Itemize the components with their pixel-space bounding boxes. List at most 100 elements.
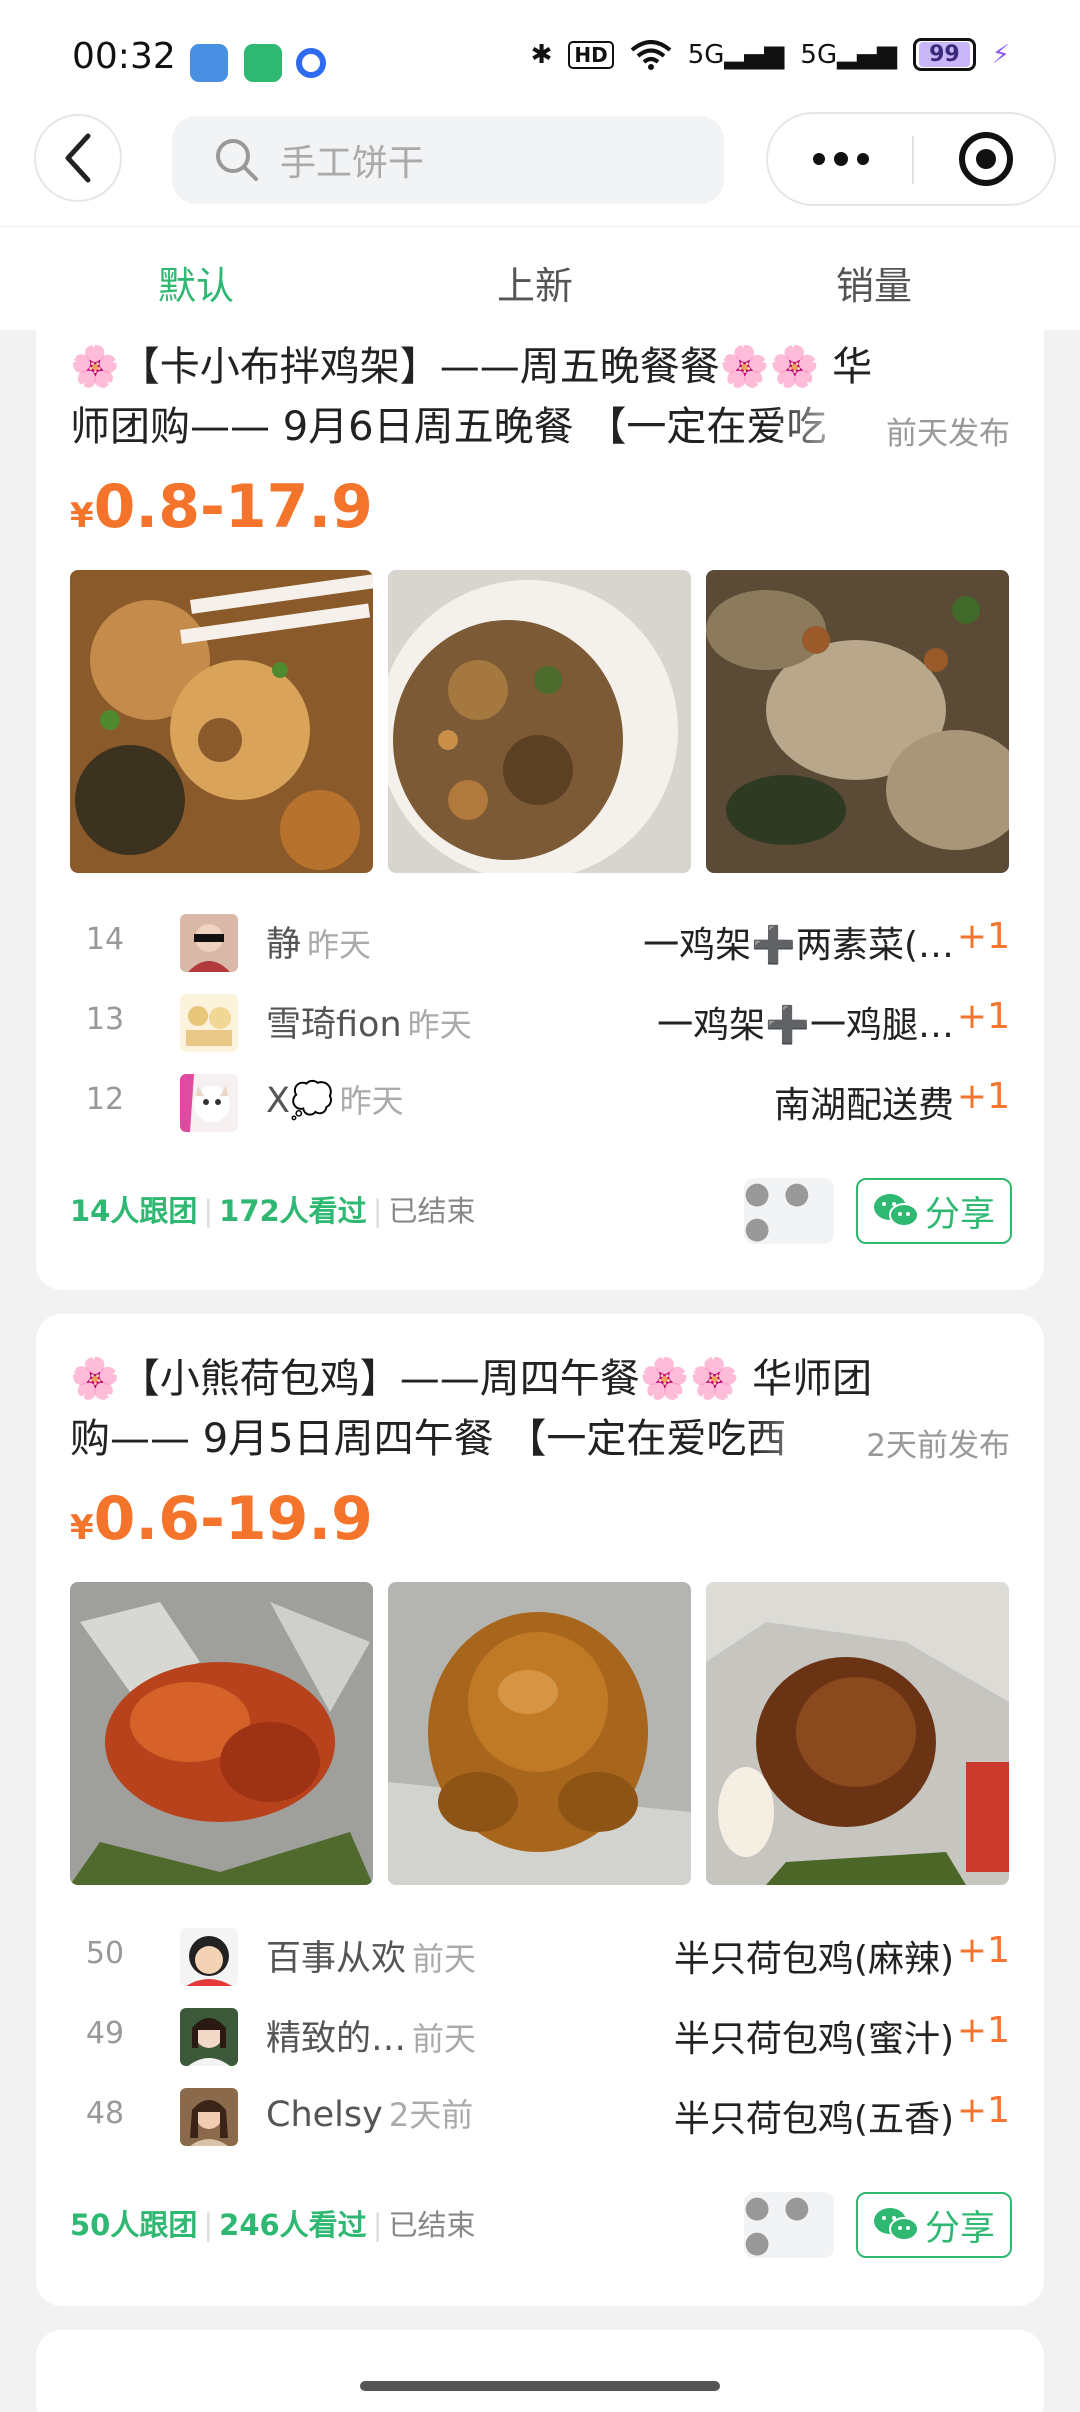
status-text: 已结束 bbox=[388, 2208, 476, 2242]
more-dots-icon bbox=[812, 152, 869, 166]
buyer-name: X💭 昨天 bbox=[266, 1081, 404, 1121]
charging-icon: ⚡ bbox=[991, 39, 1010, 70]
tab-newest[interactable]: 上新 bbox=[435, 255, 635, 310]
buyer-name: 雪琦fion 昨天 bbox=[266, 1005, 472, 1045]
buyer-time: 昨天 bbox=[307, 926, 372, 964]
avatar bbox=[180, 1074, 238, 1132]
weather-app-icon bbox=[190, 44, 228, 82]
buyer-number: 49 bbox=[85, 2016, 125, 2051]
share-label: 分享 bbox=[924, 2208, 995, 2249]
more-menu-button[interactable] bbox=[768, 114, 913, 204]
product-photo[interactable] bbox=[70, 570, 373, 873]
buyer-item: 半只荷包鸡(蜜汁) bbox=[673, 2019, 954, 2060]
price: ¥0.8-17.9 bbox=[70, 472, 373, 542]
buyer-item: 半只荷包鸡(五香) bbox=[673, 2099, 954, 2140]
search-input[interactable]: 手工饼干 bbox=[172, 116, 724, 204]
card-title: 🌸【卡小布拌鸡架】——周五晚餐餐🌸🌸 华 bbox=[70, 344, 873, 390]
buyer-quantity: +1 bbox=[956, 1076, 1010, 1117]
battery-app-icon bbox=[244, 44, 282, 82]
buyer-number: 13 bbox=[85, 1002, 125, 1037]
buyer-name: Chelsy 2天前 bbox=[266, 2095, 474, 2135]
group-stats: 50人跟团 | 246人看过 | 已结束 bbox=[70, 2208, 476, 2242]
buyer-item: 南湖配送费 bbox=[773, 1085, 954, 1126]
signal-5g-icon-2: 5G▂▄▆ bbox=[800, 39, 898, 70]
home-indicator[interactable] bbox=[360, 2381, 720, 2391]
buyer-number: 12 bbox=[85, 1082, 125, 1117]
product-photo[interactable] bbox=[706, 1582, 1009, 1885]
avatar bbox=[180, 2088, 238, 2146]
group-buy-card[interactable]: 🌸【小熊荷包鸡】——周四午餐🌸🌸 华师团 购—— 9月5日周四午餐 【一定在爱吃… bbox=[36, 1314, 1044, 2306]
top-navigation: 手工饼干 bbox=[0, 100, 1080, 226]
share-button[interactable]: 分享 bbox=[856, 2192, 1012, 2258]
more-options-button[interactable]: ● ● ● bbox=[744, 1176, 834, 1246]
post-time: 2天前发布 bbox=[866, 1428, 1010, 1464]
buyer-time: 昨天 bbox=[407, 1006, 472, 1044]
buyer-row[interactable]: 48 Chelsy 2天前 半只荷包鸡(五香) +1 bbox=[70, 2078, 1010, 2158]
status-time: 00:32 bbox=[72, 36, 176, 77]
buyer-quantity: +1 bbox=[956, 996, 1010, 1037]
close-mini-program-button[interactable] bbox=[913, 114, 1058, 204]
more-options-button[interactable]: ● ● ● bbox=[744, 2190, 834, 2260]
joined-count: 50人跟团 bbox=[70, 2208, 198, 2242]
signal-5g-icon: 5G▂▄▆ bbox=[687, 39, 785, 70]
group-buy-card[interactable]: 🌸【卡小布拌鸡架】——周五晚餐餐🌸🌸 华 师团购—— 9月6日周五晚餐 【一定在… bbox=[36, 330, 1044, 1290]
wechat-icon bbox=[873, 1194, 919, 1227]
product-photo[interactable] bbox=[706, 570, 1009, 873]
buyer-time: 前天 bbox=[412, 1940, 477, 1978]
more-dots-icon: ● ● ● bbox=[744, 2190, 812, 2260]
price-range: 0.8-17.9 bbox=[93, 472, 373, 542]
target-close-icon bbox=[958, 132, 1013, 186]
wifi-icon bbox=[630, 39, 671, 70]
currency-symbol: ¥ bbox=[70, 496, 94, 536]
buyer-name: 精致的… 前天 bbox=[266, 2019, 477, 2059]
status-right: ✱ HD 5G▂▄▆ 5G▂▄▆ 99 ⚡ bbox=[531, 38, 1010, 71]
tab-sales[interactable]: 销量 bbox=[774, 255, 974, 310]
product-photo[interactable] bbox=[388, 570, 691, 873]
buyer-row[interactable]: 14 静昨天 一鸡架➕两素菜(… +1 bbox=[70, 904, 1010, 984]
joined-count: 14人跟团 bbox=[70, 1194, 198, 1228]
buyer-item: 一鸡架➕两素菜(… bbox=[643, 925, 954, 966]
browser-app-icon bbox=[296, 48, 326, 78]
share-button[interactable]: 分享 bbox=[856, 1178, 1012, 1244]
chevron-left-icon bbox=[65, 133, 91, 183]
buyer-item: 一鸡架➕一鸡腿… bbox=[657, 1005, 954, 1046]
buyer-time: 昨天 bbox=[339, 1082, 404, 1120]
search-icon bbox=[216, 139, 258, 181]
buyer-row[interactable]: 50 百事从欢 前天 半只荷包鸡(麻辣) +1 bbox=[70, 1918, 1010, 1998]
buyer-name: 静昨天 bbox=[266, 925, 372, 965]
post-time: 前天发布 bbox=[886, 416, 1010, 452]
product-photo[interactable] bbox=[388, 1582, 691, 1885]
status-text: 已结束 bbox=[388, 1194, 476, 1228]
avatar bbox=[180, 994, 238, 1052]
price-range: 0.6-19.9 bbox=[93, 1484, 373, 1554]
price: ¥0.6-19.9 bbox=[70, 1484, 373, 1554]
next-group-buy-card[interactable] bbox=[36, 2330, 1044, 2412]
back-button[interactable] bbox=[34, 114, 122, 202]
view-count: 246人看过 bbox=[219, 2208, 367, 2242]
hd-icon: HD bbox=[568, 40, 614, 69]
buyer-quantity: +1 bbox=[956, 1930, 1010, 1971]
card-title: 🌸【小熊荷包鸡】——周四午餐🌸🌸 华师团 bbox=[70, 1356, 873, 1402]
buyer-row[interactable]: 49 精致的… 前天 半只荷包鸡(蜜汁) +1 bbox=[70, 1998, 1010, 2078]
tab-default[interactable]: 默认 bbox=[96, 255, 296, 310]
buyer-item: 半只荷包鸡(麻辣) bbox=[673, 1939, 954, 1980]
buyer-quantity: +1 bbox=[956, 916, 1010, 957]
product-photo[interactable] bbox=[70, 1582, 373, 1885]
avatar bbox=[180, 2008, 238, 2066]
buyer-time: 2天前 bbox=[388, 2096, 474, 2134]
buyer-row[interactable]: 12 X💭 昨天 南湖配送费 +1 bbox=[70, 1064, 1010, 1144]
buyer-quantity: +1 bbox=[956, 2090, 1010, 2131]
wechat-icon bbox=[873, 2208, 919, 2241]
sort-tabs: 默认 上新 销量 bbox=[0, 226, 1080, 330]
avatar bbox=[180, 914, 238, 972]
buyer-number: 48 bbox=[85, 2096, 125, 2131]
view-count: 172人看过 bbox=[219, 1194, 367, 1228]
group-stats: 14人跟团 | 172人看过 | 已结束 bbox=[70, 1194, 476, 1228]
buyer-row[interactable]: 13 雪琦fion 昨天 一鸡架➕一鸡腿… +1 bbox=[70, 984, 1010, 1064]
share-label: 分享 bbox=[924, 1194, 995, 1235]
buyer-number: 50 bbox=[85, 1936, 125, 1971]
buyer-name: 百事从欢 前天 bbox=[266, 1939, 477, 1979]
search-placeholder: 手工饼干 bbox=[280, 143, 425, 184]
currency-symbol: ¥ bbox=[70, 1508, 94, 1548]
buyer-time: 前天 bbox=[412, 2020, 477, 2058]
